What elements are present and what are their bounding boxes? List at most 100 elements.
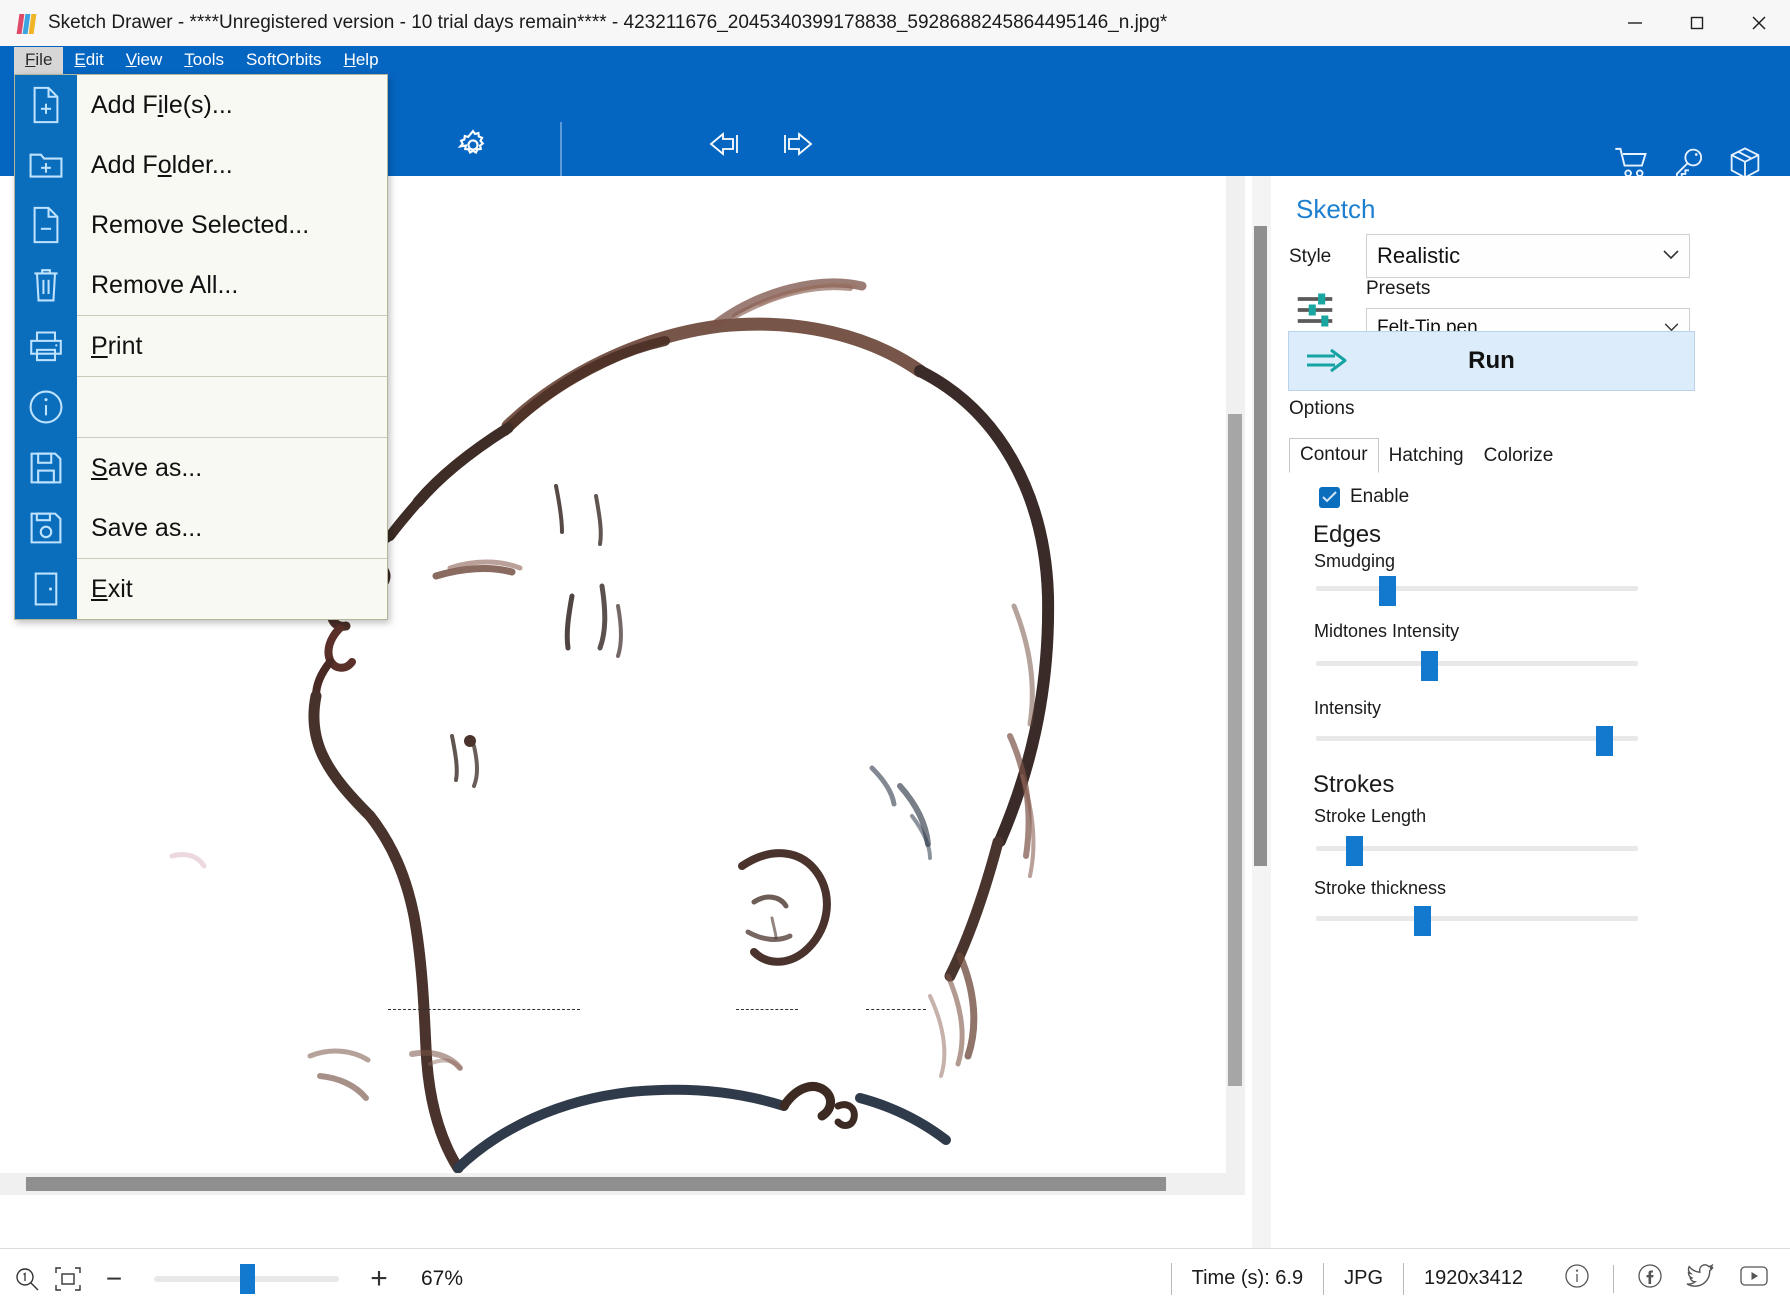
intensity-slider-thumb[interactable] (1596, 726, 1613, 756)
strokes-group-title: Strokes (1313, 771, 1395, 798)
menu-item-save-as[interactable]: Save as... (15, 438, 387, 498)
midtones-label: Midtones Intensity (1314, 621, 1460, 641)
maximize-button[interactable] (1666, 0, 1728, 46)
menu-item-print-label: Print (91, 331, 143, 360)
window-controls (1604, 0, 1790, 46)
facebook-icon[interactable] (1636, 1262, 1664, 1295)
menu-item-remove-all[interactable]: Remove All... (15, 255, 387, 315)
stroke-length-slider[interactable] (1316, 836, 1638, 866)
enable-checkbox-row[interactable]: Enable (1319, 486, 1409, 508)
smudging-slider-track (1316, 586, 1638, 591)
minimize-button[interactable] (1604, 0, 1666, 46)
style-select[interactable]: Realistic (1366, 234, 1690, 278)
run-arrow-icon (1305, 348, 1349, 379)
save-icon (15, 498, 77, 558)
tab-hatching[interactable]: Hatching (1379, 440, 1474, 473)
canvas-vertical-scrollbar[interactable] (1226, 176, 1245, 1195)
run-button[interactable]: Run (1288, 331, 1695, 391)
status-social-icons (1543, 1262, 1790, 1295)
menu-item-add-folder-label: Add Folder... (91, 150, 233, 179)
status-time: Time (s): 6.9 (1170, 1262, 1324, 1295)
zoom-slider[interactable] (154, 1263, 339, 1294)
twitter-icon[interactable] (1686, 1262, 1716, 1295)
title-bar: Sketch Drawer - ****Unregistered version… (0, 0, 1790, 46)
status-format: JPG (1323, 1262, 1403, 1295)
menu-item-save-label: Save as... (91, 513, 203, 542)
stroke-thickness-label: Stroke thickness (1314, 878, 1447, 898)
menu-item-exit-label: Exit (91, 574, 133, 603)
menu-item-remove-selected[interactable]: Remove Selected... (15, 195, 387, 255)
canvas-horizontal-scrollbar[interactable] (0, 1173, 1245, 1195)
printer-icon (15, 316, 77, 376)
stroke-length-label: Stroke Length (1314, 806, 1427, 826)
stroke-thickness-slider-thumb[interactable] (1414, 906, 1431, 936)
tab-colorize[interactable]: Colorize (1474, 440, 1564, 473)
stroke-thickness-slider[interactable] (1316, 906, 1638, 936)
intensity-slider-track (1316, 736, 1638, 741)
options-tabs: Contour Hatching Colorize (1289, 438, 1563, 473)
midtones-slider-track (1316, 661, 1638, 666)
trash-icon (15, 255, 77, 315)
midtones-slider[interactable] (1316, 651, 1638, 681)
style-label: Style (1289, 246, 1332, 267)
menu-file[interactable]: File (14, 46, 64, 74)
zoom-out-button[interactable]: − (90, 1263, 138, 1295)
fit-to-screen-icon[interactable] (46, 1266, 90, 1292)
application-window: Sketch Drawer - ****Unregistered version… (0, 0, 1790, 1308)
stroke-length-slider-thumb[interactable] (1346, 836, 1363, 866)
menu-edit[interactable]: Edit (63, 47, 114, 74)
tab-contour[interactable]: Contour (1289, 438, 1379, 473)
status-divider (1613, 1264, 1614, 1293)
zoom-slider-thumb[interactable] (240, 1263, 255, 1294)
file-menu-dropdown[interactable]: Add File(s)... Add Folder... Remove Sele… (14, 74, 388, 620)
panel-scroll-thumb[interactable] (1254, 226, 1267, 866)
canvas-vscroll-thumb[interactable] (1228, 414, 1242, 1086)
midtones-slider-thumb[interactable] (1421, 651, 1438, 681)
zoom-in-button[interactable]: + (355, 1262, 403, 1296)
folder-add-icon (15, 135, 77, 195)
style-value: Realistic (1377, 243, 1461, 268)
menu-softorbits[interactable]: SoftOrbits (235, 47, 333, 74)
menu-item-add-files[interactable]: Add File(s)... (15, 75, 387, 135)
zoom-controls: − + 67% (8, 1249, 463, 1308)
checkbox-checked-icon[interactable] (1319, 486, 1340, 508)
menu-item-add-folder[interactable]: Add Folder... (15, 135, 387, 195)
intensity-slider[interactable] (1316, 726, 1638, 756)
menu-item-print[interactable]: Print (15, 316, 387, 376)
menu-item-save-as-label: Save as... (91, 453, 203, 482)
menu-item-file-information[interactable] (15, 377, 387, 437)
window-title: Sketch Drawer - ****Unregistered version… (48, 12, 1168, 33)
zoom-one-to-one-icon[interactable] (8, 1266, 46, 1292)
zoom-percent-label: 67% (421, 1266, 464, 1290)
smudging-slider[interactable] (1316, 576, 1638, 606)
arrow-right-icon (777, 128, 817, 166)
menu-tools[interactable]: Tools (173, 47, 235, 74)
enable-label: Enable (1350, 486, 1410, 507)
panel-title: Sketch (1296, 194, 1376, 224)
info-circle-icon[interactable] (1563, 1262, 1591, 1295)
run-label: Run (1468, 347, 1515, 374)
status-dimensions: 1920x3412 (1403, 1262, 1543, 1295)
exit-door-icon (15, 559, 77, 619)
menu-item-remove-selected-label: Remove Selected... (91, 210, 310, 239)
selection-guide-horizontal-3 (866, 1009, 926, 1010)
menu-view[interactable]: View (115, 47, 174, 74)
intensity-label: Intensity (1314, 698, 1382, 718)
menu-help[interactable]: Help (333, 47, 390, 74)
youtube-icon[interactable] (1738, 1263, 1770, 1294)
status-right-group: Time (s): 6.9 JPG 1920x3412 (1170, 1249, 1790, 1308)
file-remove-icon (15, 195, 77, 255)
menu-item-save[interactable]: Save as... (15, 498, 387, 558)
menu-bar: File Edit View Tools SoftOrbits Help (0, 46, 390, 74)
edges-group-title: Edges (1313, 521, 1382, 548)
file-add-icon (15, 75, 77, 135)
panel-scrollbar[interactable] (1252, 176, 1271, 1256)
chevron-down-icon (1663, 247, 1679, 265)
canvas-hscroll-thumb[interactable] (26, 1177, 1166, 1191)
menu-item-remove-all-label: Remove All... (91, 270, 239, 299)
menu-item-exit[interactable]: Exit (15, 559, 387, 619)
sketch-settings-panel: Sketch Style Realistic Presets Felt-Tip … (1252, 176, 1790, 1308)
smudging-slider-thumb[interactable] (1379, 576, 1396, 606)
close-button[interactable] (1728, 0, 1790, 46)
selection-guide-horizontal-1 (388, 1009, 580, 1010)
